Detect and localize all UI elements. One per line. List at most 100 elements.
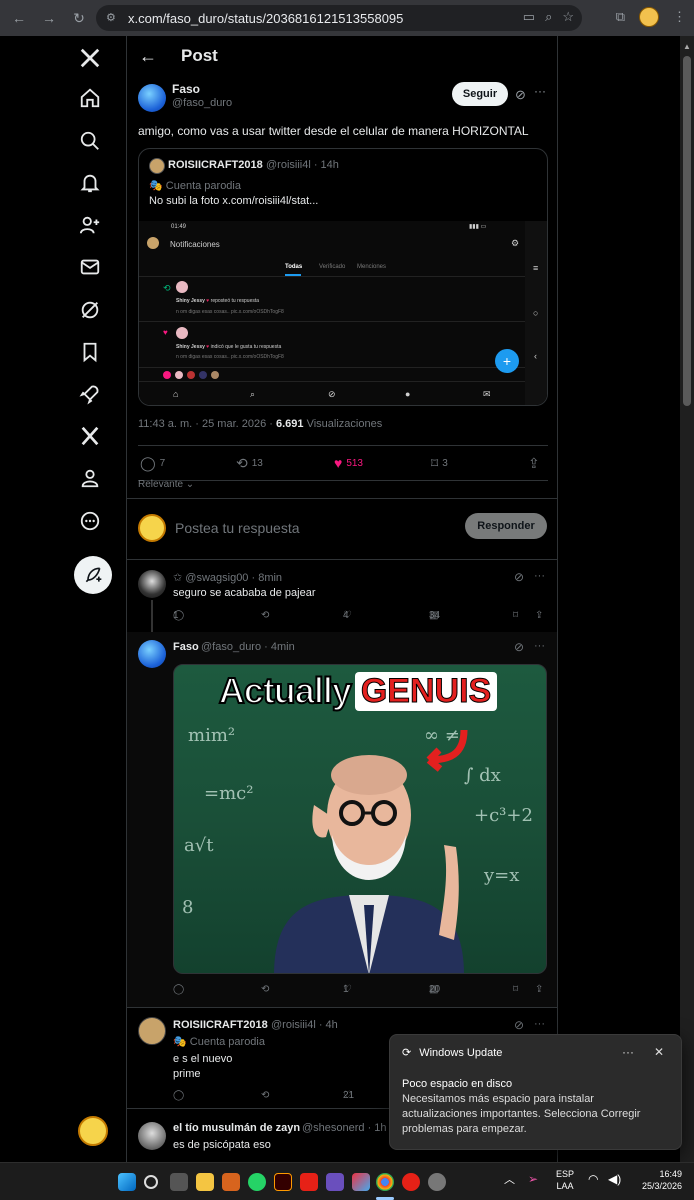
reply-avatar[interactable] [138,570,166,598]
reload-icon[interactable]: ↻ [68,7,90,29]
profile-icon[interactable] [76,464,104,492]
reply-avatar[interactable] [138,1017,166,1045]
grok-icon[interactable]: ⊘ [514,570,524,584]
bookmark-star-icon[interactable]: ☆ [562,9,574,25]
share-action[interactable]: ⇪ [528,455,540,472]
share-icon[interactable]: ⇪ [535,610,543,621]
close-icon[interactable]: ✕ [654,1045,664,1059]
more-options-icon[interactable] [76,507,104,535]
whatsapp-icon[interactable] [248,1173,266,1191]
like-action[interactable]: ♡ 21 [343,1090,354,1101]
menu-dots-icon[interactable]: ⋮ [673,9,686,25]
settings-gear-icon[interactable] [428,1173,446,1191]
send-icon[interactable]: ➢ [528,1173,538,1185]
back-arrow-icon[interactable]: ← [8,7,30,29]
volume-icon[interactable]: ◀) [608,1173,621,1185]
windows-update-toast[interactable]: ⟳ Windows Update ··· ✕ Poco espacio en d… [389,1034,682,1150]
grok-icon[interactable] [76,296,104,324]
post-timestamp[interactable]: 11:43 a. m. · 25 mar. 2026 · [138,418,276,430]
reply-action[interactable]: ◯ 1 [173,610,184,621]
extensions-icon[interactable]: ⧉ [616,9,625,25]
reply-input[interactable]: Postea tu respuesta [175,520,300,536]
quoted-post[interactable]: ROISIICRAFT2018 @roisiii4l · 14h 🎭 Cuent… [138,148,548,406]
grok-icon[interactable]: ⊘ [515,87,526,103]
task-view-icon[interactable] [170,1173,188,1191]
meme-image[interactable]: mim² =mc² a√t 8 ∫ dx +c³+2 ∞ ≠ y=x Actua… [173,664,547,974]
home-icon[interactable] [76,84,104,112]
bookmark-icon[interactable]: ⌑ [513,984,518,995]
more-dots-icon[interactable]: ··· [534,640,545,652]
compose-post-button[interactable] [74,556,112,594]
wifi-icon[interactable]: ◠ [588,1173,598,1185]
page-scrollbar[interactable]: ▲ [680,36,694,1162]
notifications-bell-icon[interactable] [76,169,104,197]
toast-more-icon[interactable]: ··· [622,1045,634,1059]
x-logo-icon[interactable] [76,44,104,72]
more-dots-icon[interactable]: ··· [534,570,545,582]
app-icon-2[interactable] [352,1173,370,1191]
views-action[interactable]: ▥ 34 [429,610,440,621]
phone-like-icon: ♥ [163,328,168,337]
reply-action[interactable]: ◯ 7 [140,455,165,472]
account-avatar[interactable] [78,1116,108,1146]
reply-avatar[interactable] [138,1122,166,1150]
app-shield-icon[interactable] [222,1173,240,1191]
like-action[interactable]: ♡ 4 [343,610,352,621]
reply-action[interactable]: ◯ [173,1090,184,1101]
rocket-icon[interactable] [76,380,104,408]
site-settings-icon[interactable]: ⚙ [106,11,120,25]
scrollbar-thumb[interactable] [683,56,691,406]
back-icon[interactable]: ← [139,46,159,67]
bookmark-action[interactable]: ⌑ 3 [431,455,448,472]
grok-icon[interactable]: ⊘ [514,640,524,654]
reply-avatar[interactable] [138,640,166,668]
quote-image[interactable]: 01:49 ▮▮▮ ▭ Notificaciones ⚙ Todas Verif… [139,221,547,405]
parody-tag-label: Cuenta parodia [165,180,241,192]
sort-dropdown[interactable]: Relevante ⌄ [138,479,194,490]
language-indicator[interactable]: ESP LAA [556,1168,574,1192]
author-avatar[interactable] [138,84,166,112]
repost-action[interactable]: ⟲ 13 [236,455,263,472]
music-icon[interactable] [402,1173,420,1191]
address-bar[interactable]: ⚙ x.com/faso_duro/status/203681612151355… [96,5,582,31]
youtube-icon[interactable] [300,1173,318,1191]
clock[interactable]: 16:49 25/3/2026 [636,1168,682,1192]
author-handle[interactable]: @faso_duro [172,97,232,109]
premium-x-icon[interactable] [76,422,104,450]
illustrator-icon[interactable] [274,1173,292,1191]
like-action[interactable]: ♥ 513 [334,455,363,471]
app-icon[interactable] [326,1173,344,1191]
scroll-up-icon[interactable]: ▲ [683,42,691,51]
reply-author-name[interactable]: Faso [173,641,199,653]
forward-arrow-icon[interactable]: → [38,7,60,29]
like-action[interactable]: ♡ 1 [343,984,352,995]
follow-user-icon[interactable] [76,211,104,239]
author-name[interactable]: Faso [172,82,200,96]
profile-avatar[interactable] [639,7,659,27]
zoom-icon[interactable]: ⌕ [545,9,552,25]
views-action[interactable]: ▥ 20 [429,984,440,995]
reply-submit-button[interactable]: Responder [465,513,547,539]
search-icon[interactable] [144,1175,158,1189]
repost-action[interactable]: ⟲ [261,1090,269,1101]
file-explorer-icon[interactable] [196,1173,214,1191]
reply-action[interactable]: ◯ [173,984,184,995]
reply-author-name[interactable]: ROISIICRAFT2018 [173,1019,268,1031]
more-dots-icon[interactable]: ··· [534,1018,545,1030]
share-icon[interactable]: ⇪ [535,984,543,995]
reply-author-name[interactable]: el tío musulmán de zayn [173,1122,300,1134]
follow-button[interactable]: Seguir [452,82,508,106]
install-app-icon[interactable]: ▭ [523,9,535,25]
more-dots-icon[interactable]: ··· [534,84,546,98]
grok-icon[interactable]: ⊘ [514,1018,524,1032]
reply-item[interactable]: ✩ @swagsig00 · 8min ⊘ ··· seguro se acab… [127,562,557,638]
repost-action[interactable]: ⟲ [261,610,269,621]
repost-action[interactable]: ⟲ [261,984,269,995]
search-icon[interactable] [76,127,104,155]
chevron-up-icon[interactable]: ︿ [504,1174,515,1186]
bookmark-icon[interactable]: ⌑ [513,610,518,621]
start-icon[interactable] [118,1173,136,1191]
messages-icon[interactable] [76,253,104,281]
bookmarks-icon[interactable] [76,338,104,366]
chrome-icon[interactable] [376,1173,394,1191]
